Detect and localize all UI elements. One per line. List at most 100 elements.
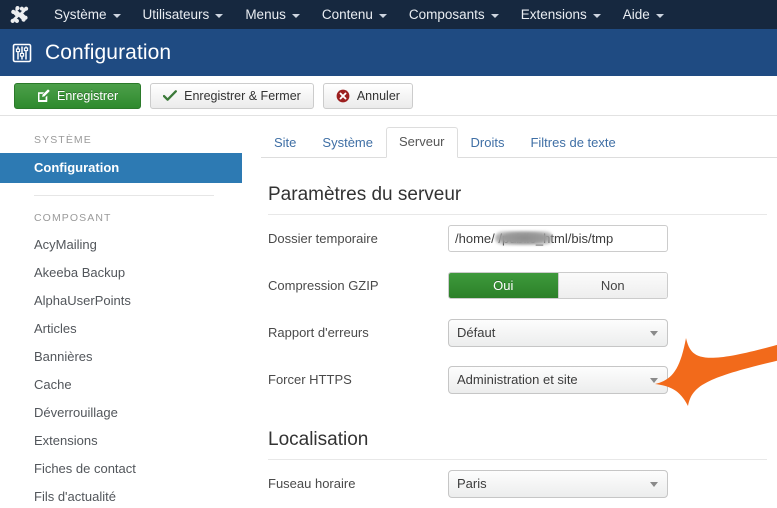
sidebar-item-configuration[interactable]: Configuration (0, 153, 242, 183)
tab-droits[interactable]: Droits (458, 128, 518, 158)
topnav-item-contenu[interactable]: Contenu (311, 0, 398, 29)
sidebar-item-fils-dactualite[interactable]: Fils d'actualité (0, 483, 242, 508)
topnav-item-aide[interactable]: Aide (612, 0, 675, 29)
gzip-option-oui[interactable]: Oui (449, 273, 558, 298)
field-control: Paris (448, 469, 668, 498)
chevron-down-icon (490, 13, 499, 18)
pencil-square-icon (37, 89, 50, 102)
gzip-option-label: Non (600, 278, 625, 293)
sidebar-item-alphauserpoints[interactable]: AlphaUserPoints (0, 287, 242, 315)
save-and-close-button-label: Enregistrer & Fermer (184, 88, 301, 103)
config-tab-bar: Site Système Serveur Droits Filtres de t… (261, 127, 777, 158)
sidebar-item-label: Fils d'actualité (34, 489, 116, 504)
sidebar-item-label: Extensions (34, 433, 98, 448)
sidebar-item-articles[interactable]: Articles (0, 315, 242, 343)
field-label-temp-folder: Dossier temporaire (268, 231, 378, 246)
section-title-server-settings: Paramètres du serveur (268, 184, 462, 205)
field-label-error-reporting: Rapport d'erreurs (268, 325, 369, 340)
timezone-select[interactable]: Paris (448, 469, 668, 498)
field-row-temp-folder: Dossier temporaire /home/ /public_html/b… (261, 215, 777, 262)
chevron-down-icon (650, 377, 658, 383)
circle-x-icon (336, 89, 350, 103)
topnav-item-menus[interactable]: Menus (234, 0, 311, 29)
gzip-option-non[interactable]: Non (557, 273, 667, 298)
main-content: Site Système Serveur Droits Filtres de t… (242, 117, 777, 508)
sidebar-divider (34, 195, 214, 196)
field-label-timezone: Fuseau horaire (268, 476, 356, 491)
sidebar-item-akeeba-backup[interactable]: Akeeba Backup (0, 259, 242, 287)
tab-label: Filtres de texte (530, 135, 616, 150)
sliders-icon (11, 42, 33, 64)
sidebar-item-fiches-de-contact[interactable]: Fiches de contact (0, 455, 242, 483)
sidebar-item-label: Akeeba Backup (34, 265, 126, 280)
field-row-gzip-compression: Compression GZIP Oui Non (261, 262, 777, 309)
sidebar: SYSTÈME Configuration COMPOSANT AcyMaili… (0, 117, 242, 508)
sidebar-item-cache[interactable]: Cache (0, 371, 242, 399)
force-https-select[interactable]: Administration et site (448, 365, 668, 394)
error-reporting-selected-value: Défaut (457, 324, 496, 340)
sidebar-item-bannieres[interactable]: Bannières (0, 343, 242, 371)
joomla-logo-icon[interactable] (9, 5, 29, 25)
cancel-button[interactable]: Annuler (322, 82, 413, 109)
action-toolbar: Enregistrer Enregistrer & Fermer Annuler (0, 76, 777, 116)
sidebar-item-label: Bannières (34, 349, 93, 364)
field-control: Oui Non (448, 272, 668, 299)
sidebar-group-component-heading: COMPOSANT (34, 212, 112, 224)
topnav-item-systeme[interactable]: Système (43, 0, 132, 29)
chevron-down-icon (650, 330, 658, 336)
save-button-label: Enregistrer (57, 88, 119, 103)
tab-site[interactable]: Site (261, 128, 309, 158)
tab-label: Serveur (398, 134, 445, 149)
temp-folder-input[interactable]: /home/ /public_html/bis/tmp (448, 225, 668, 252)
sidebar-item-extensions[interactable]: Extensions (0, 427, 242, 455)
check-icon (163, 89, 178, 102)
tab-label: Site (274, 135, 297, 150)
topnav-item-utilisateurs[interactable]: Utilisateurs (132, 0, 235, 29)
tab-systeme[interactable]: Système (309, 128, 386, 158)
error-reporting-select[interactable]: Défaut (448, 318, 668, 347)
field-control: Administration et site (448, 365, 668, 394)
chevron-down-icon (215, 13, 224, 18)
field-control: /home/ /public_html/bis/tmp (448, 225, 668, 252)
field-row-error-reporting: Rapport d'erreurs Défaut (261, 309, 777, 356)
topnav-item-extensions[interactable]: Extensions (510, 0, 612, 29)
topnav-item-label: Contenu (321, 7, 373, 22)
field-row-timezone: Fuseau horaire Paris (261, 460, 777, 507)
timezone-selected-value: Paris (457, 475, 487, 491)
topnav-item-label: Utilisateurs (142, 7, 210, 22)
sidebar-item-label: AcyMailing (34, 237, 97, 252)
page-title-bar: Configuration (0, 29, 777, 76)
sidebar-item-deverrouillage[interactable]: Déverrouillage (0, 399, 242, 427)
topnav-item-label: Extensions (520, 7, 587, 22)
top-navigation-bar: Système Utilisateurs Menus Contenu Compo… (0, 0, 777, 29)
tab-serveur[interactable]: Serveur (385, 127, 458, 158)
topnav-item-label: Système (54, 7, 107, 22)
save-and-close-button[interactable]: Enregistrer & Fermer (150, 82, 314, 109)
field-label-force-https: Forcer HTTPS (268, 372, 352, 387)
topnav-item-label: Menus (245, 7, 286, 22)
field-label-gzip-compression: Compression GZIP (268, 278, 379, 293)
save-button[interactable]: Enregistrer (14, 82, 142, 109)
chevron-down-icon (655, 13, 664, 18)
page-title: Configuration (45, 40, 172, 64)
sidebar-group-system-heading: SYSTÈME (34, 134, 92, 146)
sidebar-item-label: Cache (34, 377, 72, 392)
chevron-down-icon (291, 13, 300, 18)
chevron-down-icon (650, 481, 658, 487)
gzip-toggle-group: Oui Non (448, 272, 668, 299)
tab-label: Droits (470, 135, 505, 150)
chevron-down-icon (592, 13, 601, 18)
tab-label: Système (322, 135, 373, 150)
tab-filtres-de-texte[interactable]: Filtres de texte (517, 128, 628, 158)
topnav-item-composants[interactable]: Composants (398, 0, 510, 29)
sidebar-item-acymailing[interactable]: AcyMailing (0, 231, 242, 259)
joomla-admin-screen: Système Utilisateurs Menus Contenu Compo… (0, 0, 777, 508)
topnav-item-label: Composants (408, 7, 485, 22)
cancel-button-label: Annuler (356, 88, 400, 103)
field-control: Défaut (448, 318, 668, 347)
sidebar-item-label: Fiches de contact (34, 461, 136, 476)
sidebar-item-label: AlphaUserPoints (34, 293, 131, 308)
sidebar-item-label: Déverrouillage (34, 405, 118, 420)
topnav-item-label: Aide (622, 7, 650, 22)
force-https-selected-value: Administration et site (457, 371, 578, 387)
